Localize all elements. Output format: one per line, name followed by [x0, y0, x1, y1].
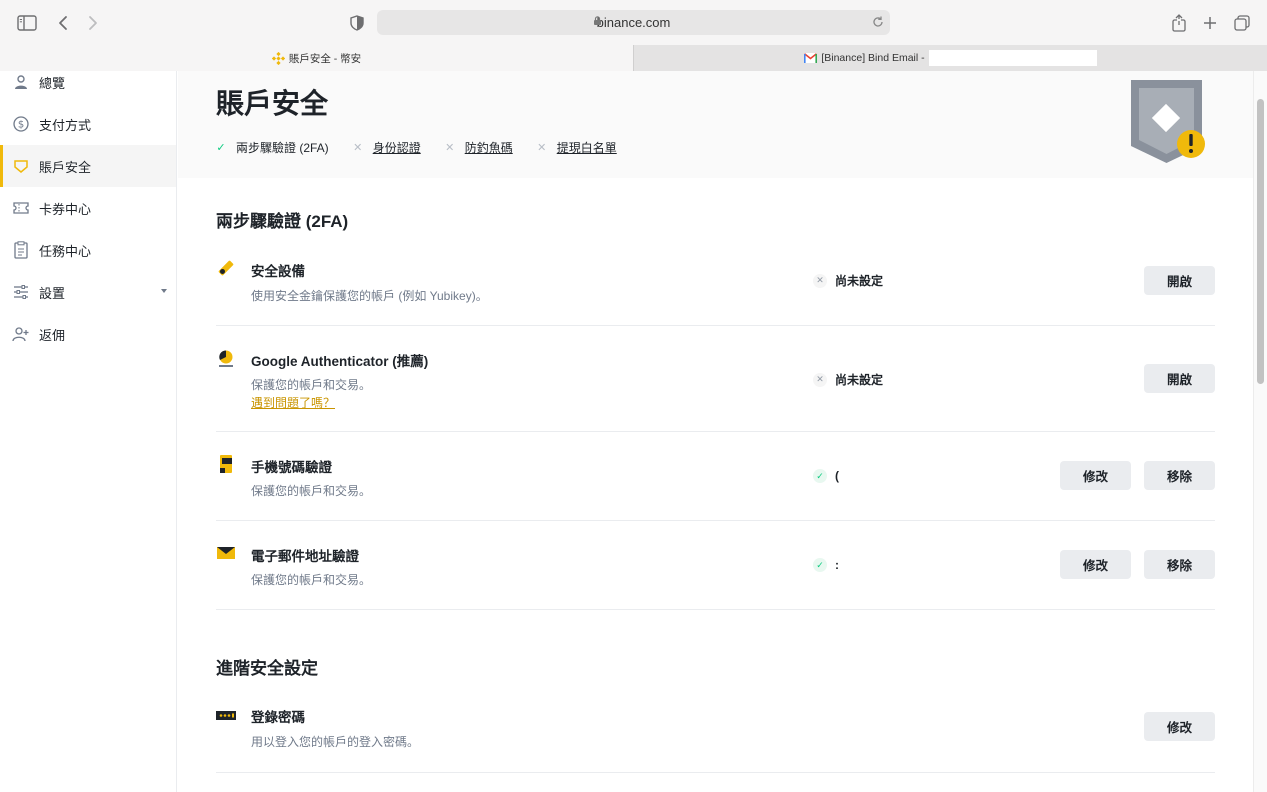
- add-user-icon: [12, 325, 30, 343]
- security-header: 賬戶安全 ✓ 兩步驟驗證 (2FA) ✕ 身份認證 ✕ 防釣魚碼 ✕ 提現白名單: [178, 71, 1253, 178]
- row-description: 保護您的帳戶和交易。: [251, 573, 372, 587]
- sidebar-item-label: 支付方式: [39, 117, 92, 133]
- forward-icon[interactable]: [82, 12, 104, 34]
- enable-security-key-button[interactable]: 開啟: [1144, 266, 1215, 295]
- section-title-advanced: 進階安全設定: [216, 659, 318, 678]
- share-icon[interactable]: [1168, 12, 1190, 34]
- remove-phone-button[interactable]: 移除: [1144, 461, 1215, 490]
- status-identity[interactable]: ✕ 身份認證: [353, 139, 421, 156]
- sidebar-item-tasks[interactable]: 任務中心: [0, 229, 176, 271]
- enable-authenticator-button[interactable]: 開啟: [1144, 364, 1215, 393]
- shield-icon: [12, 157, 30, 175]
- row-title: 登錄密碼: [251, 710, 305, 725]
- edit-email-button[interactable]: 修改: [1060, 550, 1131, 579]
- cross-icon: ✕: [445, 142, 455, 154]
- status-not-set: ✕ 尚未設定: [813, 371, 883, 388]
- privacy-shield-icon[interactable]: [346, 12, 368, 34]
- row-title: 手機號碼驗證: [251, 460, 332, 475]
- sidebar-toggle-icon[interactable]: [16, 12, 38, 34]
- chevron-down-icon: [161, 289, 167, 293]
- sidebar-item-security[interactable]: 賬戶安全: [0, 145, 176, 187]
- check-icon: ✓: [813, 558, 827, 572]
- password-icon: [216, 711, 236, 720]
- status-verified: ✓ (: [813, 469, 839, 483]
- tab-gmail[interactable]: [Binance] Bind Email -: [633, 45, 1267, 71]
- row-title: 電子郵件地址驗證: [251, 549, 359, 564]
- sidebar-item-referral[interactable]: 返佣: [0, 313, 176, 355]
- scrollbar-thumb[interactable]: [1257, 99, 1264, 384]
- security-key-icon: [218, 260, 234, 276]
- login-password-row: 登錄密碼 用以登入您的帳戶的登入密碼。 修改: [216, 683, 1215, 773]
- cross-icon: ✕: [537, 142, 547, 154]
- sliders-icon: [12, 283, 30, 301]
- dollar-icon: $: [12, 115, 30, 133]
- authenticator-icon: [219, 350, 233, 367]
- edit-password-button[interactable]: 修改: [1144, 712, 1215, 741]
- security-status-bar: ✓ 兩步驟驗證 (2FA) ✕ 身份認證 ✕ 防釣魚碼 ✕ 提現白名單: [216, 139, 641, 156]
- sidebar-item-label: 卡券中心: [39, 201, 92, 217]
- page-title: 賬戶安全: [216, 88, 329, 119]
- ticket-icon: [12, 199, 30, 217]
- status-whitelist[interactable]: ✕ 提現白名單: [537, 139, 617, 156]
- status-not-set: ✕ 尚未設定: [813, 272, 883, 289]
- cross-icon: ✕: [813, 372, 827, 387]
- remove-email-button[interactable]: 移除: [1144, 550, 1215, 579]
- email-verification-row: 電子郵件地址驗證 保護您的帳戶和交易。 ✓ : 修改 移除: [216, 521, 1215, 610]
- google-authenticator-row: Google Authenticator (推薦) 保護您的帳戶和交易。 遇到問…: [216, 326, 1215, 432]
- edit-phone-button[interactable]: 修改: [1060, 461, 1131, 490]
- status-2fa: ✓ 兩步驟驗證 (2FA): [216, 141, 329, 155]
- row-description: 使用安全金鑰保護您的帳戶 (例如 Yubikey)。: [251, 289, 488, 303]
- sidebar-item-label: 任務中心: [39, 243, 92, 259]
- security-shield-illustration: [1131, 80, 1205, 163]
- cross-icon: ✕: [353, 142, 363, 154]
- security-key-row: 安全設備 使用安全金鑰保護您的帳戶 (例如 Yubikey)。 ✕ 尚未設定 開…: [216, 236, 1215, 326]
- lock-icon: [594, 16, 601, 25]
- binance-icon: [271, 51, 285, 65]
- section-title-2fa: 兩步驟驗證 (2FA): [216, 212, 349, 231]
- new-tab-icon[interactable]: [1199, 12, 1221, 34]
- redacted-area: [928, 50, 1097, 66]
- tab-bar: 賬戶安全 - 幣安 [Binance] Bind Email -: [0, 45, 1267, 71]
- tab-label: [Binance] Bind Email -: [821, 52, 925, 64]
- main-content: 賬戶安全 ✓ 兩步驟驗證 (2FA) ✕ 身份認證 ✕ 防釣魚碼 ✕ 提現白名單: [178, 71, 1253, 792]
- cross-icon: ✕: [813, 273, 827, 288]
- address-bar[interactable]: binance.com: [377, 10, 890, 35]
- row-description: 保護您的帳戶和交易。: [251, 484, 372, 498]
- sidebar-item-label: 總覽: [39, 75, 66, 91]
- tab-label: 賬戶安全 - 幣安: [288, 52, 362, 65]
- page-scrollbar[interactable]: [1253, 71, 1267, 792]
- row-title: Google Authenticator (推薦): [251, 354, 429, 369]
- phone-verification-row: 手機號碼驗證 保護您的帳戶和交易。 ✓ ( 修改 移除: [216, 432, 1215, 521]
- gmail-icon: [804, 53, 818, 63]
- sidebar: 總覽 $ 支付方式 賬戶安全 卡券中心 任務中心 設置 返佣: [0, 71, 177, 792]
- status-verified: ✓ :: [813, 558, 839, 572]
- user-icon: [12, 73, 30, 91]
- help-link[interactable]: 遇到問題了嗎？: [251, 394, 335, 411]
- row-title: 安全設備: [251, 264, 305, 279]
- email-icon: [217, 547, 235, 559]
- sidebar-item-label: 賬戶安全: [39, 159, 92, 175]
- tab-overview-icon[interactable]: [1231, 12, 1253, 34]
- status-anti-phishing[interactable]: ✕ 防釣魚碼: [445, 139, 513, 156]
- sidebar-item-payment[interactable]: $ 支付方式: [0, 103, 176, 145]
- sidebar-item-overview[interactable]: 總覽: [0, 61, 176, 103]
- url-text: binance.com: [596, 15, 671, 30]
- reload-icon[interactable]: [871, 15, 885, 29]
- check-icon: ✓: [813, 469, 827, 483]
- row-description: 用以登入您的帳戶的登入密碼。: [251, 735, 420, 749]
- phone-icon: [220, 455, 232, 473]
- back-icon[interactable]: [52, 12, 74, 34]
- sidebar-item-label: 返佣: [39, 327, 66, 343]
- clipboard-icon: [12, 241, 30, 259]
- sidebar-item-settings[interactable]: 設置: [0, 271, 176, 313]
- check-icon: ✓: [216, 142, 226, 154]
- sidebar-item-coupons[interactable]: 卡券中心: [0, 187, 176, 229]
- row-description: 保護您的帳戶和交易。: [251, 378, 372, 392]
- browser-toolbar: binance.com: [0, 0, 1267, 45]
- svg-text:$: $: [18, 120, 24, 131]
- sidebar-item-label: 設置: [39, 285, 66, 301]
